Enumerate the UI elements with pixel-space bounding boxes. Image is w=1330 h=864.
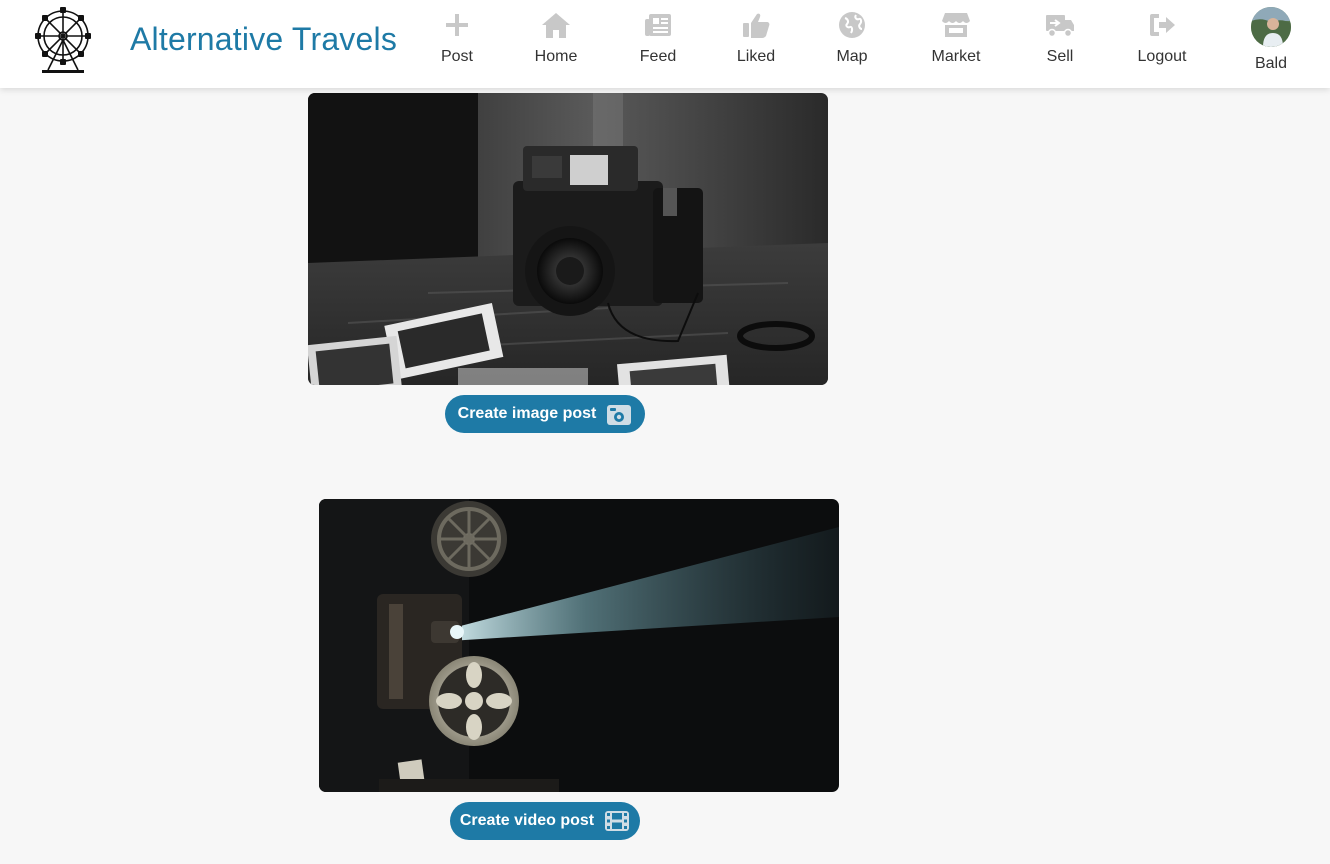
- nav-item-map[interactable]: Map: [807, 10, 897, 80]
- camera-icon: [607, 405, 632, 425]
- nav-item-label: Feed: [639, 48, 677, 65]
- logout-icon: [1150, 14, 1175, 36]
- nav-item-label: Market: [931, 48, 981, 65]
- nav-item-label: Liked: [736, 48, 776, 65]
- nav-item-label: Map: [836, 48, 868, 65]
- thumbs-up-icon: [743, 13, 770, 38]
- globe-icon: [839, 12, 865, 38]
- nav-item-label: Bald: [1254, 55, 1288, 72]
- home-icon: [542, 13, 570, 38]
- film-projector-photo: [319, 499, 839, 792]
- newspaper-icon: [645, 14, 671, 36]
- ferris-wheel-logo-icon[interactable]: [30, 6, 96, 76]
- nav-item-feed[interactable]: Feed: [613, 10, 703, 80]
- nav-item-label: Sell: [1046, 48, 1074, 65]
- create-video-post-button[interactable]: Create video post: [450, 802, 640, 840]
- nav-item-market[interactable]: Market: [911, 10, 1001, 80]
- brand-title[interactable]: Alternative Travels: [130, 21, 397, 58]
- film-icon: [605, 811, 630, 831]
- nav-item-profile[interactable]: Bald: [1226, 7, 1316, 80]
- polaroid-camera-photo: [308, 93, 828, 385]
- nav-item-label: Logout: [1137, 48, 1187, 65]
- nav-item-label: Post: [440, 48, 473, 65]
- nav-item-sell[interactable]: Sell: [1015, 10, 1105, 80]
- store-icon: [942, 13, 970, 37]
- plus-icon: [446, 14, 468, 36]
- create-video-post-label: Create video post: [459, 812, 595, 829]
- shipping-truck-icon: [1046, 15, 1074, 38]
- nav-item-logout[interactable]: Logout: [1117, 10, 1207, 80]
- create-image-post-label: Create image post: [457, 405, 597, 422]
- top-navbar: Alternative Travels Post Home Feed Liked…: [0, 0, 1330, 88]
- create-image-post-button[interactable]: Create image post: [445, 395, 645, 433]
- nav-item-home[interactable]: Home: [511, 10, 601, 80]
- nav-item-liked[interactable]: Liked: [711, 10, 801, 80]
- nav-item-label: Home: [534, 48, 578, 65]
- avatar[interactable]: [1251, 7, 1291, 47]
- nav-item-post[interactable]: Post: [412, 10, 502, 80]
